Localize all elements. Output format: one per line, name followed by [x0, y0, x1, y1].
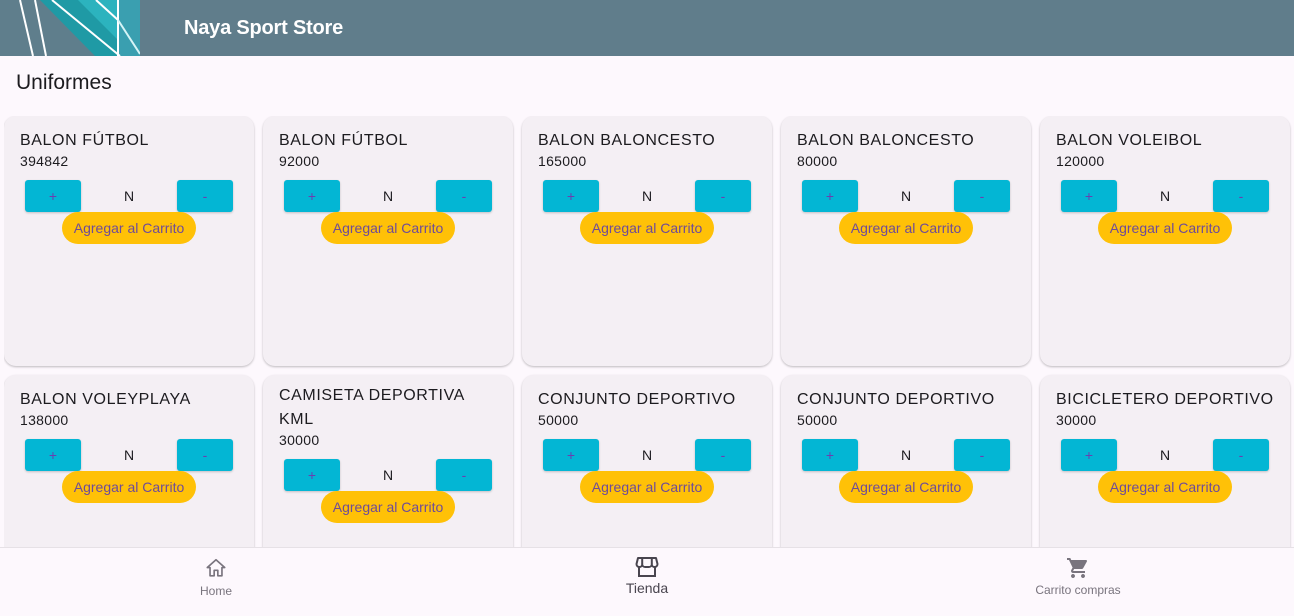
quantity-value: N [1159, 447, 1171, 463]
decrease-button[interactable]: - [436, 459, 492, 491]
add-to-cart-button[interactable]: Agregar al Carrito [62, 212, 196, 244]
quantity-stepper: + N - [25, 439, 233, 471]
increase-button[interactable]: + [25, 180, 81, 212]
quantity-stepper: + N - [802, 439, 1010, 471]
product-price: 138000 [20, 412, 69, 428]
add-to-cart-button[interactable]: Agregar al Carrito [321, 212, 455, 244]
product-card: BALON FÚTBOL 394842 + N - Agregar al Car… [4, 116, 254, 366]
product-price: 394842 [20, 153, 69, 169]
nav-label-home: Home [199, 584, 232, 598]
product-grid: BALON FÚTBOL 394842 + N - Agregar al Car… [4, 116, 1292, 547]
increase-button[interactable]: + [25, 439, 81, 471]
store-logo [0, 0, 140, 56]
add-to-cart-button[interactable]: Agregar al Carrito [321, 491, 455, 523]
section-title: Uniformes [16, 71, 112, 94]
quantity-value: N [382, 467, 394, 483]
cart-icon [1067, 558, 1088, 578]
increase-button[interactable]: + [802, 439, 858, 471]
quantity-value: N [900, 447, 912, 463]
nav-label-cart: Carrito compras [1035, 583, 1121, 597]
increase-button[interactable]: + [543, 439, 599, 471]
product-name: BALON BALONCESTO [797, 132, 975, 149]
product-price: 80000 [797, 153, 838, 169]
quantity-value: N [900, 188, 912, 204]
store-icon [635, 557, 659, 577]
product-name: CONJUNTO DEPORTIVO [538, 391, 736, 408]
quantity-stepper: + N - [1061, 180, 1269, 212]
product-price: 92000 [279, 153, 320, 169]
bottom-navigation: Home Tienda Carrito compras [0, 547, 1294, 607]
product-card: BALON FÚTBOL 92000 + N - Agregar al Carr… [263, 116, 513, 366]
product-card: BALON VOLEIBOL 120000 + N - Agregar al C… [1040, 116, 1290, 366]
quantity-value: N [382, 188, 394, 204]
decrease-button[interactable]: - [177, 439, 233, 471]
nav-item-tienda[interactable]: Tienda [597, 548, 697, 615]
decrease-button[interactable]: - [177, 180, 233, 212]
product-name: CONJUNTO DEPORTIVO [797, 391, 995, 408]
quantity-value: N [123, 188, 135, 204]
product-name: BALON VOLEYPLAYA [20, 391, 191, 408]
product-price: 165000 [538, 153, 587, 169]
increase-button[interactable]: + [543, 180, 599, 212]
product-price: 120000 [1056, 153, 1105, 169]
decrease-button[interactable]: - [695, 439, 751, 471]
product-card: BALON BALONCESTO 80000 + N - Agregar al … [781, 116, 1031, 366]
increase-button[interactable]: + [284, 459, 340, 491]
product-card: BICICLETERO DEPORTIVO 30000 + N - Agrega… [1040, 375, 1290, 547]
product-card: BALON BALONCESTO 165000 + N - Agregar al… [522, 116, 772, 366]
quantity-value: N [641, 447, 653, 463]
nav-item-cart[interactable]: Carrito compras [1018, 548, 1138, 615]
product-price: 50000 [538, 412, 579, 428]
add-to-cart-button[interactable]: Agregar al Carrito [1098, 471, 1232, 503]
add-to-cart-button[interactable]: Agregar al Carrito [580, 212, 714, 244]
quantity-stepper: + N - [1061, 439, 1269, 471]
quantity-value: N [641, 188, 653, 204]
quantity-stepper: + N - [25, 180, 233, 212]
increase-button[interactable]: + [802, 180, 858, 212]
quantity-value: N [123, 447, 135, 463]
product-name: BICICLETERO DEPORTIVO [1056, 391, 1274, 408]
increase-button[interactable]: + [1061, 439, 1117, 471]
product-name: CAMISETA DEPORTIVA KML [279, 387, 465, 428]
product-card: BALON VOLEYPLAYA 138000 + N - Agregar al… [4, 375, 254, 547]
add-to-cart-button[interactable]: Agregar al Carrito [839, 471, 973, 503]
add-to-cart-button[interactable]: Agregar al Carrito [839, 212, 973, 244]
home-icon [206, 558, 226, 577]
quantity-stepper: + N - [284, 459, 492, 491]
quantity-value: N [1159, 188, 1171, 204]
add-to-cart-button[interactable]: Agregar al Carrito [62, 471, 196, 503]
add-to-cart-button[interactable]: Agregar al Carrito [1098, 212, 1232, 244]
add-to-cart-button[interactable]: Agregar al Carrito [580, 471, 714, 503]
decrease-button[interactable]: - [1213, 439, 1269, 471]
quantity-stepper: + N - [802, 180, 1010, 212]
product-price: 30000 [279, 432, 320, 448]
product-name: BALON FÚTBOL [279, 132, 409, 149]
product-card: CONJUNTO DEPORTIVO 50000 + N - Agregar a… [781, 375, 1031, 547]
decrease-button[interactable]: - [954, 180, 1010, 212]
decrease-button[interactable]: - [954, 439, 1010, 471]
decrease-button[interactable]: - [695, 180, 751, 212]
product-price: 50000 [797, 412, 838, 428]
product-name: BALON FÚTBOL [20, 132, 150, 149]
app-bar: Naya Sport Store [0, 0, 1294, 56]
product-card: CONJUNTO DEPORTIVO 50000 + N - Agregar a… [522, 375, 772, 547]
product-card: CAMISETA DEPORTIVA KML 30000 + N - Agreg… [263, 375, 513, 547]
nav-label-tienda: Tienda [625, 580, 669, 596]
app-title: Naya Sport Store [184, 17, 344, 39]
increase-button[interactable]: + [1061, 180, 1117, 212]
product-name: BALON BALONCESTO [538, 132, 716, 149]
quantity-stepper: + N - [543, 439, 751, 471]
product-price: 30000 [1056, 412, 1097, 428]
quantity-stepper: + N - [543, 180, 751, 212]
decrease-button[interactable]: - [1213, 180, 1269, 212]
decrease-button[interactable]: - [436, 180, 492, 212]
increase-button[interactable]: + [284, 180, 340, 212]
product-name: BALON VOLEIBOL [1056, 132, 1203, 149]
quantity-stepper: + N - [284, 180, 492, 212]
